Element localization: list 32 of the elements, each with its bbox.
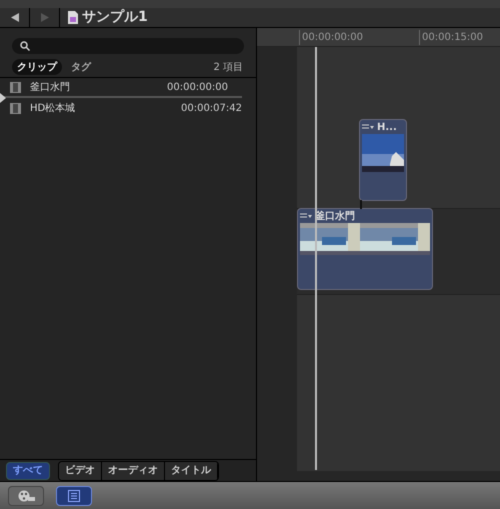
search-icon (20, 41, 30, 51)
clip-name: HD松本城 (30, 102, 76, 116)
film-icon (10, 102, 21, 114)
clip-menu-icon[interactable] (300, 213, 312, 219)
ruler-timecode: 00:00:15:00 (419, 30, 484, 45)
clip-row[interactable]: 釜口水門 00:00:00:00 (0, 78, 242, 98)
document-icon (68, 11, 78, 24)
type-filter-tab[interactable]: ビデオ (59, 462, 102, 480)
filter-tab[interactable]: タグ (66, 59, 96, 75)
search-field[interactable] (12, 38, 244, 54)
forward-icon (40, 13, 48, 22)
type-filter-tab[interactable]: すべて (6, 462, 50, 480)
back-icon (10, 13, 18, 22)
library-title: サンプル1 (82, 8, 148, 27)
clip-title: H... (377, 120, 397, 134)
type-filter-tab[interactable]: タイトル (165, 462, 218, 480)
item-count: 2 項目 (213, 60, 244, 74)
toolbar-button[interactable] (56, 486, 92, 506)
toolbar-button[interactable] (8, 486, 44, 506)
clip-row[interactable]: HD松本城 00:00:07:42 (0, 98, 256, 118)
list-icon (68, 490, 80, 502)
clip-name: 釜口水門 (30, 80, 70, 94)
type-filter-tab[interactable]: オーディオ (102, 462, 165, 480)
skimmer-icon (0, 93, 6, 103)
clip-menu-icon[interactable] (362, 124, 374, 130)
timeline-clip[interactable]: H... (359, 119, 407, 201)
clip-duration: 00:00:07:42 (180, 102, 242, 116)
clip-duration: 00:00:00:00 (166, 80, 228, 94)
film-reel-icon (17, 490, 35, 502)
ruler-timecode: 00:00:00:00 (299, 30, 364, 45)
film-icon (10, 82, 21, 92)
filter-tab[interactable]: クリップ (12, 59, 62, 75)
